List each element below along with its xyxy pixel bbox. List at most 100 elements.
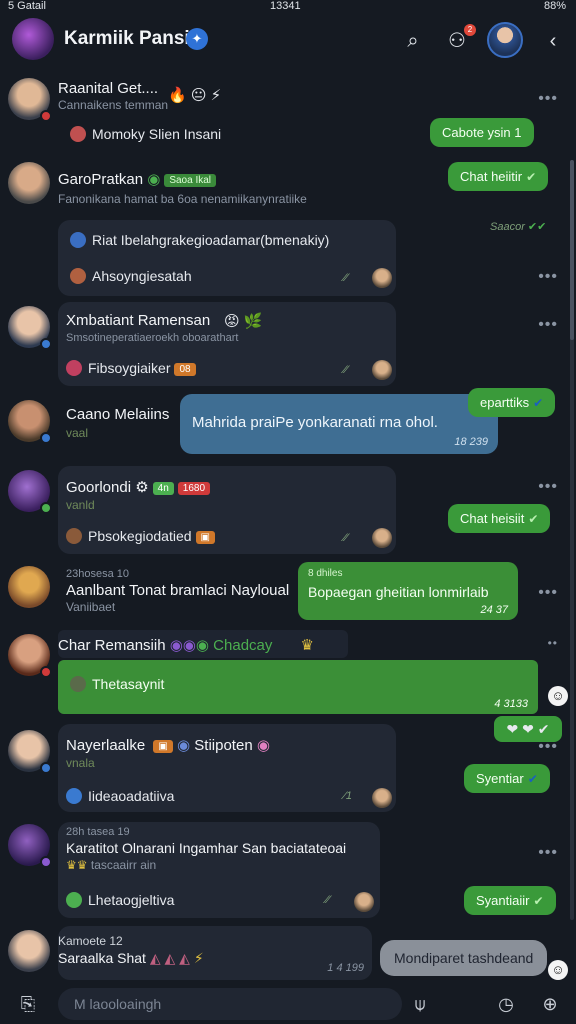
user-avatar[interactable] — [8, 78, 52, 122]
sender-name: Char Remansiih ◉◉◉ Chadcay ♛ — [58, 637, 314, 654]
message-item[interactable]: Caano Melaiins vaal Mahrida praiPe yonka… — [0, 388, 576, 460]
group-avatar[interactable] — [12, 18, 54, 60]
more-icon[interactable]: ••• — [538, 90, 558, 108]
more-icon[interactable]: ••• — [538, 584, 558, 602]
message-item[interactable]: Xmbatiant Ramensan 😡 🌿 Smsotineperatiaer… — [0, 302, 576, 386]
sender-subtitle: Cannaikens temman — [58, 98, 169, 112]
message-time: 24 37 — [480, 604, 508, 616]
sender-subtitle: Saraalka Shat ◭ ◭ ◭ ⚡ — [58, 950, 204, 966]
user-avatar[interactable] — [8, 730, 52, 774]
reader-avatar — [372, 268, 392, 288]
message-item[interactable]: Kamoete 12 Saraalka Shat ◭ ◭ ◭ ⚡ 1 4 199… — [0, 926, 576, 980]
message-time: ⁄⁄ — [344, 272, 348, 284]
message-date: 28h tasea 19 — [66, 826, 130, 838]
sender-subtitle: Fanonikana hamat ba 6oa nenamiikanynrati… — [58, 192, 307, 206]
sender-name: Kamoete 12 — [58, 934, 123, 948]
more-icon[interactable]: ••• — [538, 478, 558, 496]
message-card[interactable]: Riat Ibelahgrakegioadamar(bmenakiy) Ahso… — [58, 220, 396, 296]
user-avatar[interactable] — [8, 162, 50, 204]
reaction-smile-icon[interactable]: ☺ — [548, 960, 568, 980]
mic-icon[interactable]: ⍦ — [408, 992, 432, 1016]
message-bubble[interactable]: Mondiparet tashdeand — [380, 940, 548, 976]
message-bubble[interactable]: Mahrida praiPe yonkaranati rna ohol. 18 … — [180, 394, 498, 454]
message-card[interactable]: Kamoete 12 Saraalka Shat ◭ ◭ ◭ ⚡ 1 4 199 — [58, 926, 372, 980]
reader-avatar — [372, 528, 392, 548]
sender-tag: Saoa Ikal — [164, 174, 217, 187]
message-composer: ⎘ M laooloaingh ⍦ ◷ ⊕ — [0, 980, 576, 1024]
message-item[interactable]: Goorlondi ⚙ 4n 1680 vanld Pbsokegiodatied ▣… — [0, 466, 576, 554]
message-item[interactable]: GaroPratkan ◉ Saoa Ikal Fanonikana hamat … — [0, 160, 576, 233]
message-date: 23hosesa 10 — [66, 568, 129, 580]
more-icon[interactable]: •• — [548, 636, 558, 650]
reader-avatar — [372, 360, 392, 380]
message-item[interactable]: 23hosesa 10 Aanlbant Tonat bramlaci Nayl… — [0, 560, 576, 624]
sender-subtitle: Smsotineperatiaeroekh oboarathart — [66, 332, 239, 344]
reply-bubble[interactable]: Syantiaiir ✔ — [464, 886, 556, 915]
sender-name: Nayerlaalke ▣ ◉ Stiipoten ◉ — [66, 737, 270, 754]
sender-name: GaroPratkan ◉ Saoa Ikal — [58, 170, 217, 188]
more-icon[interactable]: ••• — [538, 844, 558, 862]
message-text: Fibsoygiaiker 08 — [66, 360, 196, 376]
message-time: 1 4 199 — [327, 962, 364, 974]
reaction-smile-icon[interactable]: ☺ — [548, 686, 568, 706]
user-avatar[interactable] — [8, 306, 52, 350]
message-card[interactable]: Goorlondi ⚙ 4n 1680 vanld Pbsokegiodatied ▣… — [58, 466, 396, 554]
reader-avatar — [354, 892, 374, 912]
user-avatar[interactable] — [8, 824, 52, 868]
user-avatar[interactable] — [8, 634, 52, 678]
message-time: Saacor ✔✔ — [490, 221, 547, 233]
message-text: Bopaegan gheitian lonmirlaib — [308, 584, 489, 600]
clock: 13341 — [270, 0, 301, 12]
message-text: Pbsokegiodatied ▣ — [66, 528, 215, 544]
reply-bubble[interactable]: Cabote ysin 1 — [430, 118, 534, 147]
message-text: Riat Ibelahgrakegioadamar(bmenakiy) — [70, 232, 329, 248]
sender-subtitle: vanld — [66, 498, 95, 512]
timer-icon[interactable]: ◷ — [494, 992, 518, 1016]
message-card[interactable]: Xmbatiant Ramensan 😡 🌿 Smsotineperatiaer… — [58, 302, 396, 386]
message-item[interactable]: Raanital Get.... 🔥 😐 ⚡ Cannaikens temman… — [0, 76, 576, 156]
notification-badge: 2 — [464, 24, 476, 36]
reply-bubble[interactable]: Chat heisiit ✔ — [448, 504, 551, 533]
message-card[interactable]: Nayerlaalke ▣ ◉ Stiipoten ◉ vnala Iideao… — [58, 724, 396, 812]
emoji-reactions: 🔥 😐 ⚡ — [168, 87, 222, 104]
search-icon[interactable]: ⌕ — [400, 28, 426, 54]
message-item[interactable]: Nayerlaalke ▣ ◉ Stiipoten ◉ vnala Iideao… — [0, 724, 576, 812]
back-icon[interactable]: ‹ — [540, 28, 566, 54]
user-avatar[interactable] — [8, 930, 50, 972]
read-check-icon: ✔ — [526, 170, 537, 184]
message-time: 4 3133 — [494, 698, 528, 710]
reply-bubble[interactable]: eparttiks ✔ — [468, 388, 556, 417]
sender-name: Goorlondi ⚙ 4n 1680 — [66, 478, 211, 496]
more-icon[interactable]: ••• — [538, 268, 558, 286]
chat-header: Karmiik Pansii ✦ ⌕ ⚇ 2 ‹ — [0, 14, 576, 70]
more-icon[interactable]: ••• — [538, 316, 558, 334]
message-input[interactable]: M laooloaingh — [58, 988, 402, 1020]
signal-status: 5 Gatail — [8, 0, 46, 12]
sender-name: Aanlbant Tonat bramlaci Nayloual — [66, 582, 290, 599]
message-text: Ahsoyngiesatah — [70, 268, 192, 284]
sender-subtitle: ♛♛ tascaairr ain — [66, 858, 157, 872]
reply-bubble[interactable]: Chat heiitir ✔ — [448, 162, 549, 191]
more-icon[interactable]: ••• — [538, 738, 558, 756]
profile-avatar[interactable] — [487, 22, 523, 58]
reply-bubble[interactable]: Syentiar ✔ — [464, 764, 550, 793]
user-avatar[interactable] — [8, 470, 52, 514]
user-avatar[interactable] — [8, 566, 50, 608]
chat-title[interactable]: Karmiik Pansii — [64, 28, 195, 50]
sender-subtitle: vnala — [66, 756, 95, 770]
user-avatar[interactable] — [8, 400, 52, 444]
status-bar: 5 Gatail 13341 88% — [0, 0, 576, 14]
message-card[interactable]: 28h tasea 19 Karatitot Olnarani Ingamhar… — [58, 822, 380, 918]
message-text: Lhetaogjeltiva — [66, 892, 174, 908]
message-bubble[interactable]: 8 dhiles Bopaegan gheitian lonmirlaib 24… — [298, 562, 518, 620]
message-item[interactable]: 28h tasea 19 Karatitot Olnarani Ingamhar… — [0, 822, 576, 918]
message-text: Iideaoadatiiva — [66, 788, 174, 804]
message-item[interactable]: Char Remansiih ◉◉◉ Chadcay ♛ Thetasaynit… — [0, 630, 576, 720]
sticker-icon[interactable]: ⊕ — [538, 992, 562, 1016]
message-bubble[interactable]: Thetasaynit 4 3133 — [58, 660, 538, 714]
sender-name: Caano Melaiins — [66, 406, 170, 423]
message-text: Thetasaynit — [70, 676, 164, 692]
reader-avatar — [372, 788, 392, 808]
attach-icon[interactable]: ⎘ — [16, 992, 40, 1016]
sender-name: Xmbatiant Ramensan — [66, 312, 211, 329]
